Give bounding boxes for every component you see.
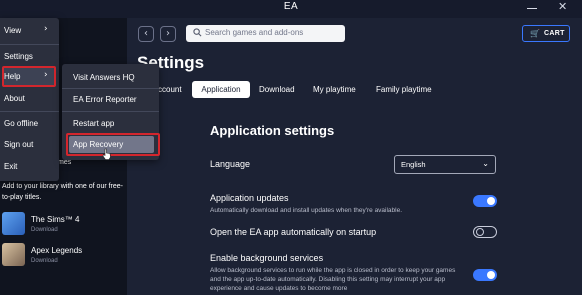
menu-divider (62, 88, 159, 89)
language-label: Language (210, 159, 251, 169)
menu-item-help[interactable]: Help (4, 72, 20, 81)
cart-button[interactable]: 🛒 CART (522, 25, 570, 42)
menu-item-sign-out[interactable]: Sign out (4, 140, 33, 149)
submenu-item-answers-hq[interactable]: Visit Answers HQ (73, 73, 135, 82)
tab-my-playtime[interactable]: My playtime (313, 85, 356, 94)
game-name[interactable]: Apex Legends (31, 246, 82, 255)
forward-button[interactable]: › (160, 26, 176, 42)
toggle-knob (476, 228, 484, 236)
background-services-label: Enable background services (210, 253, 324, 263)
hand-cursor-icon (102, 148, 111, 160)
app-updates-toggle[interactable] (473, 195, 497, 207)
tab-application[interactable]: Application (192, 81, 250, 98)
menu-item-about[interactable]: About (4, 94, 25, 103)
chevron-right-icon: › (44, 24, 48, 34)
menu-item-settings[interactable]: Settings (4, 52, 33, 61)
tab-download[interactable]: Download (259, 85, 295, 94)
section-title: Application settings (210, 123, 335, 138)
menu-divider (62, 111, 159, 112)
library-promo-text: Add to your library with one of our free… (2, 183, 124, 201)
cart-label: CART (544, 30, 565, 37)
app-updates-description: Automatically download and install updat… (210, 207, 403, 214)
language-select[interactable]: English ⌄ (394, 155, 496, 174)
toggle-knob (487, 271, 495, 279)
game-name[interactable]: The Sims™ 4 (31, 215, 79, 224)
app-updates-label: Application updates (210, 193, 289, 203)
tab-account[interactable]: ccount (158, 85, 182, 94)
search-placeholder: Search games and add-ons (205, 28, 304, 37)
submenu-item-app-recovery[interactable]: App Recovery (73, 140, 123, 149)
toggle-knob (487, 197, 495, 205)
background-services-description: Allow background services to run while t… (210, 267, 456, 292)
submenu-item-restart-app[interactable]: Restart app (73, 119, 114, 128)
menu-item-view[interactable]: View (4, 26, 21, 35)
tab-family-playtime[interactable]: Family playtime (376, 85, 432, 94)
close-icon[interactable]: ✕ (558, 0, 567, 13)
cart-icon: 🛒 (530, 29, 540, 38)
chevron-right-icon: › (44, 70, 48, 80)
game-action: Download (31, 227, 58, 233)
open-on-startup-toggle[interactable] (473, 226, 497, 238)
game-action: Download (31, 258, 58, 264)
menu-item-go-offline[interactable]: Go offline (4, 119, 38, 128)
open-on-startup-label: Open the EA app automatically on startup (210, 227, 377, 237)
menu-divider (0, 44, 59, 45)
background-services-toggle[interactable] (473, 269, 497, 281)
menu-divider (0, 111, 59, 112)
library-heading: mes (58, 159, 72, 166)
apex-thumbnail[interactable] (2, 243, 25, 266)
back-button[interactable]: ‹ (138, 26, 154, 42)
app-title: EA (283, 1, 299, 12)
menu-item-exit[interactable]: Exit (4, 162, 17, 171)
language-value: English (401, 160, 426, 169)
chevron-down-icon: ⌄ (482, 159, 489, 168)
search-icon (193, 28, 202, 37)
submenu-item-error-reporter[interactable]: EA Error Reporter (73, 95, 137, 104)
sims-thumbnail[interactable] (2, 212, 25, 235)
minimize-icon[interactable] (527, 8, 537, 9)
